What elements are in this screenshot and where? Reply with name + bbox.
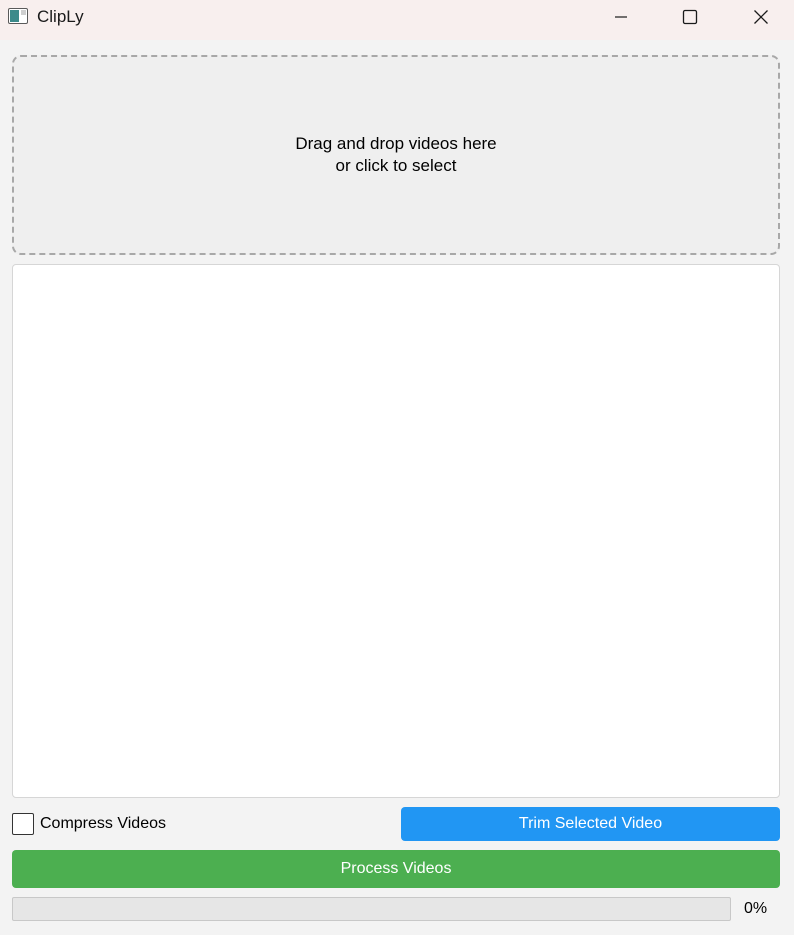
compress-videos-label[interactable]: Compress Videos [40,815,166,833]
minimize-button[interactable] [586,0,656,34]
maximize-icon [682,9,698,25]
window-title: ClipLy [37,7,84,26]
app-window: ClipLy Drag and drop videos here or clic… [0,0,794,935]
drop-zone-text-line1: Drag and drop videos here [295,134,497,153]
progress-percent: 0% [744,900,768,917]
title-bar[interactable]: ClipLy [0,0,794,40]
compress-videos-checkbox[interactable] [12,813,34,835]
close-button[interactable] [726,0,794,34]
trim-selected-video-button[interactable]: Trim Selected Video [401,807,780,841]
video-drop-zone[interactable]: Drag and drop videos here or click to se… [12,55,780,255]
close-icon [754,10,768,24]
minimize-icon [615,16,627,18]
progress-bar [12,897,731,921]
video-file-list[interactable] [12,264,780,798]
compress-videos-option[interactable]: Compress Videos [12,813,166,835]
app-window-icon [8,8,28,24]
maximize-button[interactable] [655,0,725,34]
process-videos-button[interactable]: Process Videos [12,850,780,888]
drop-zone-text-line2: or click to select [335,156,457,175]
